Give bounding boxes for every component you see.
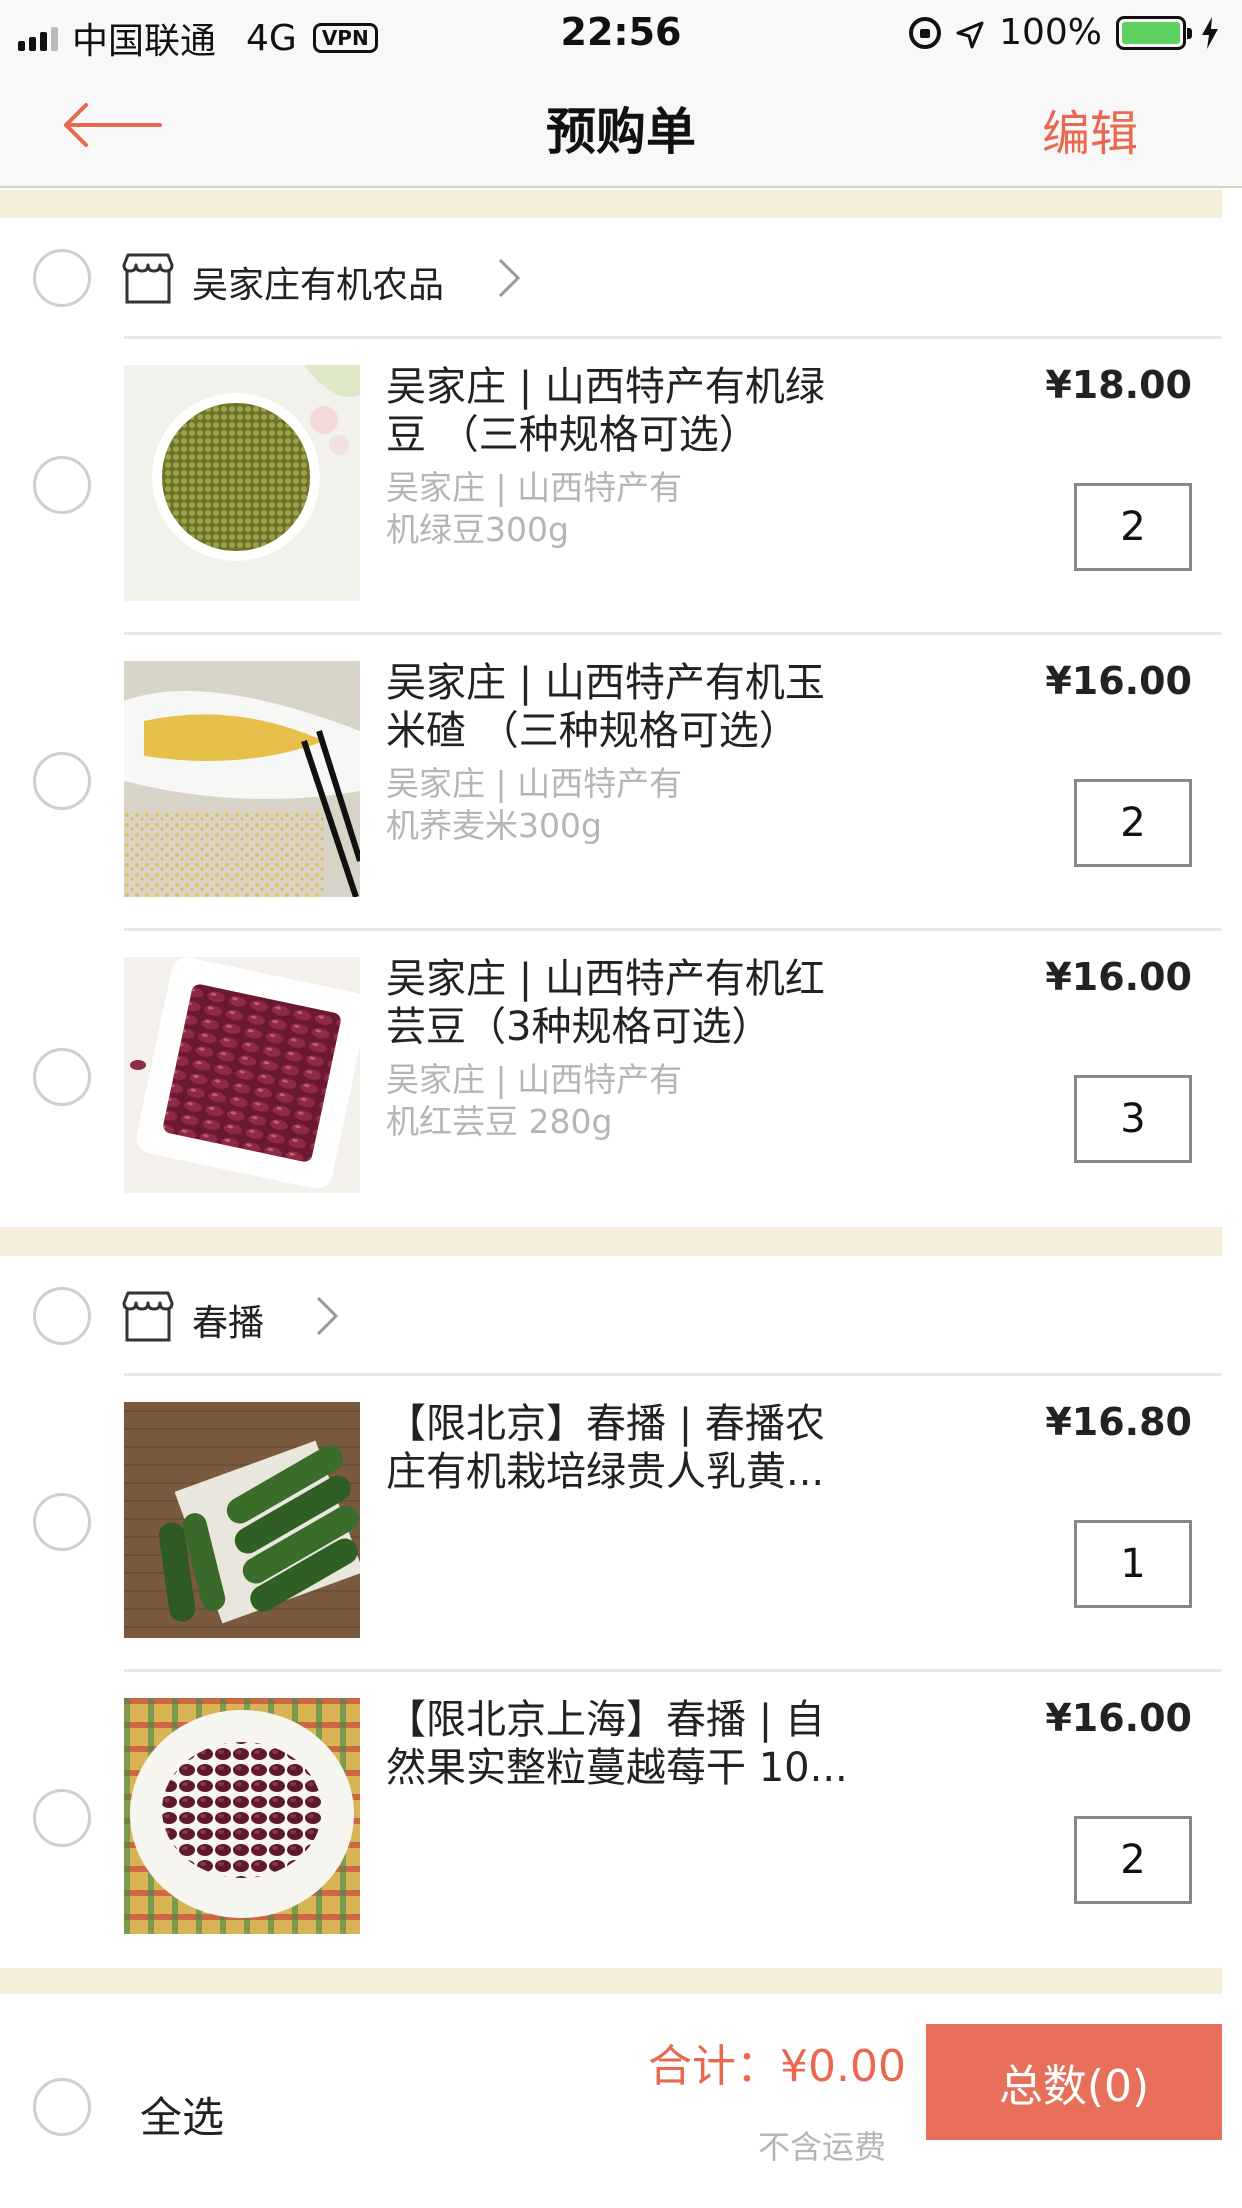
product-image[interactable] xyxy=(124,1402,360,1638)
section-separator xyxy=(0,1964,1222,1994)
select-all-radio[interactable] xyxy=(33,2078,91,2136)
product-title[interactable]: 【限北京】春播 | 春播农庄有机栽培绿贵人乳黄... xyxy=(386,1400,856,1496)
item-select-radio[interactable] xyxy=(33,1048,91,1106)
section-separator xyxy=(0,1226,1222,1256)
quantity-field[interactable]: 2 xyxy=(1074,1816,1192,1904)
status-right: 100% xyxy=(909,12,1220,53)
nav-bar: 预购单 编辑 xyxy=(0,62,1242,188)
product-image[interactable] xyxy=(124,957,360,1193)
product-spec: 吴家庄 | 山西特产有机荞麦米300g xyxy=(386,764,683,845)
product-image[interactable] xyxy=(124,365,360,601)
shop-select-radio[interactable] xyxy=(33,249,91,307)
cart-item[interactable]: 吴家庄 | 山西特产有机玉米碴 （三种规格可选） 吴家庄 | 山西特产有机荞麦米… xyxy=(0,635,1222,931)
quantity-field[interactable]: 3 xyxy=(1074,1075,1192,1163)
product-title[interactable]: 吴家庄 | 山西特产有机红芸豆（3种规格可选） xyxy=(386,955,856,1051)
item-select-radio[interactable] xyxy=(33,752,91,810)
shop-select-radio[interactable] xyxy=(33,1287,91,1345)
chevron-right-icon[interactable] xyxy=(494,256,524,300)
battery-percent: 100% xyxy=(999,12,1102,53)
product-spec: 吴家庄 | 山西特产有机红芸豆 280g xyxy=(386,1060,683,1141)
product-price: ¥16.00 xyxy=(1045,1696,1192,1740)
select-all-label[interactable]: 全选 xyxy=(140,2084,224,2145)
product-price: ¥16.00 xyxy=(1045,955,1192,999)
status-bar: 中国联通 4G VPN 22:56 100% xyxy=(0,0,1242,62)
cart-item[interactable]: 【限北京】春播 | 春播农庄有机栽培绿贵人乳黄... ¥16.80 1 xyxy=(0,1376,1222,1672)
shop-name[interactable]: 吴家庄有机农品 xyxy=(192,256,444,308)
quantity-field[interactable]: 2 xyxy=(1074,779,1192,867)
product-price: ¥18.00 xyxy=(1045,363,1192,407)
shop-name[interactable]: 春播 xyxy=(192,1294,264,1346)
section-separator xyxy=(0,190,1222,218)
product-spec: 吴家庄 | 山西特产有机绿豆300g xyxy=(386,468,683,549)
orientation-lock-icon xyxy=(909,16,942,49)
location-arrow-icon xyxy=(955,18,985,48)
chevron-right-icon[interactable] xyxy=(312,1294,342,1338)
product-image[interactable] xyxy=(124,1698,360,1934)
quantity-field[interactable]: 1 xyxy=(1074,1520,1192,1608)
quantity-field[interactable]: 2 xyxy=(1074,483,1192,571)
edit-button[interactable]: 编辑 xyxy=(1042,94,1138,164)
product-title[interactable]: 吴家庄 | 山西特产有机绿豆 （三种规格可选） xyxy=(386,363,856,459)
product-price: ¥16.00 xyxy=(1045,659,1192,703)
checkout-bar: 全选 合计：¥0.00 不含运费 总数(0) xyxy=(0,1994,1242,2208)
checkout-button[interactable]: 总数(0) xyxy=(926,2024,1222,2140)
product-image[interactable] xyxy=(124,661,360,897)
shop-header[interactable]: 吴家庄有机农品 xyxy=(0,218,1222,338)
cart-item[interactable]: 吴家庄 | 山西特产有机绿豆 （三种规格可选） 吴家庄 | 山西特产有机绿豆30… xyxy=(0,339,1222,635)
battery-icon xyxy=(1116,15,1192,50)
product-title[interactable]: 吴家庄 | 山西特产有机玉米碴 （三种规格可选） xyxy=(386,659,856,755)
product-price: ¥16.80 xyxy=(1045,1400,1192,1444)
cart-item[interactable]: 吴家庄 | 山西特产有机红芸豆（3种规格可选） 吴家庄 | 山西特产有机红芸豆 … xyxy=(0,931,1222,1227)
total-amount: 合计：¥0.00 xyxy=(648,2041,906,2092)
product-title[interactable]: 【限北京上海】春播 | 自然果实整粒蔓越莓干 10... xyxy=(386,1696,856,1792)
shipping-note: 不含运费 xyxy=(757,2128,886,2166)
item-select-radio[interactable] xyxy=(33,1789,91,1847)
cart-item[interactable]: 【限北京上海】春播 | 自然果实整粒蔓越莓干 10... ¥16.00 2 xyxy=(0,1672,1222,1968)
shop-header[interactable]: 春播 xyxy=(0,1256,1222,1376)
right-gutter xyxy=(1222,188,1242,2208)
item-select-radio[interactable] xyxy=(33,456,91,514)
charging-bolt-icon xyxy=(1202,16,1218,49)
store-icon xyxy=(122,1291,174,1342)
store-icon xyxy=(122,253,174,304)
item-select-radio[interactable] xyxy=(33,1493,91,1551)
